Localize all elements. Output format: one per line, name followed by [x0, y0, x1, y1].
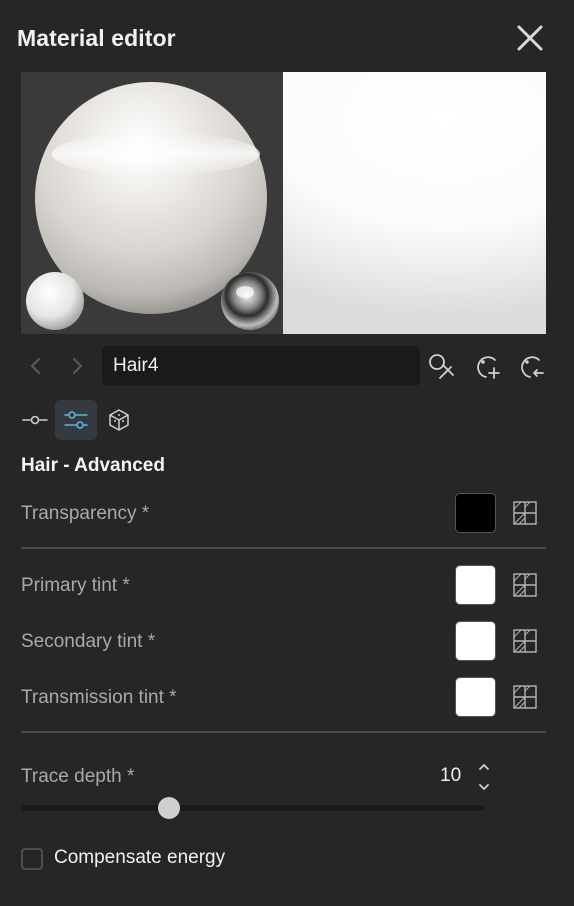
primary-tint-color-swatch[interactable] [455, 565, 496, 605]
transparency-label: Transparency * [21, 503, 150, 524]
material-name-input[interactable] [102, 346, 420, 386]
texture-map-icon [513, 573, 537, 597]
sliders-icon [64, 411, 88, 429]
chevron-left-icon [31, 358, 40, 374]
tab-nodes[interactable] [14, 400, 56, 440]
cube-icon [109, 409, 129, 431]
compensate-energy-label: Compensate energy [54, 847, 226, 868]
next-material-button[interactable] [64, 352, 90, 380]
chrome-sphere [221, 272, 279, 330]
trace-depth-stepper[interactable] [474, 760, 494, 794]
material-editor-panel: Material editor Hair4 Hair - Advanced Tr… [0, 0, 574, 906]
up-down-arrows-icon [479, 764, 489, 790]
compensate-energy-checkbox[interactable] [21, 848, 43, 870]
secondary-tint-color-swatch[interactable] [455, 621, 496, 661]
closeup-preview [283, 72, 546, 334]
chevron-right-icon [73, 358, 82, 374]
eyedropper-icon [429, 354, 454, 379]
transmission-tint-texture-button[interactable] [511, 683, 539, 711]
material-preview [21, 72, 546, 334]
close-icon [517, 25, 543, 51]
secondary-tint-label: Secondary tint * [21, 631, 156, 652]
panel-title: Material editor [17, 25, 176, 51]
preview-render [21, 72, 283, 334]
close-button[interactable] [514, 22, 546, 54]
trace-depth-value[interactable]: 10 [440, 765, 461, 787]
revert-material-button[interactable] [515, 350, 547, 382]
tab-3d[interactable] [98, 400, 140, 440]
add-material-icon [477, 356, 500, 379]
transmission-tint-color-swatch[interactable] [455, 677, 496, 717]
slider-thumb[interactable] [158, 797, 181, 819]
divider [21, 547, 546, 549]
slider-fill [21, 805, 170, 811]
trace-depth-label: Trace depth * [21, 766, 135, 787]
texture-map-icon [513, 501, 537, 525]
pick-material-button[interactable] [426, 350, 458, 382]
transparency-color-swatch[interactable] [455, 493, 496, 533]
divider [21, 731, 546, 733]
node-link-icon [22, 415, 48, 425]
transparency-texture-button[interactable] [511, 499, 539, 527]
trace-depth-slider[interactable] [21, 797, 484, 819]
section-title: Hair - Advanced [21, 455, 165, 476]
revert-material-icon [521, 356, 544, 378]
sphere-preview [21, 72, 283, 334]
tab-parameters[interactable] [55, 400, 97, 440]
texture-map-icon [513, 685, 537, 709]
primary-tint-label: Primary tint * [21, 575, 130, 596]
new-material-button[interactable] [471, 350, 503, 382]
transmission-tint-label: Transmission tint * [21, 687, 177, 708]
secondary-tint-texture-button[interactable] [511, 627, 539, 655]
primary-tint-texture-button[interactable] [511, 571, 539, 599]
diffuse-sphere [26, 272, 84, 330]
previous-material-button[interactable] [23, 352, 49, 380]
texture-map-icon [513, 629, 537, 653]
